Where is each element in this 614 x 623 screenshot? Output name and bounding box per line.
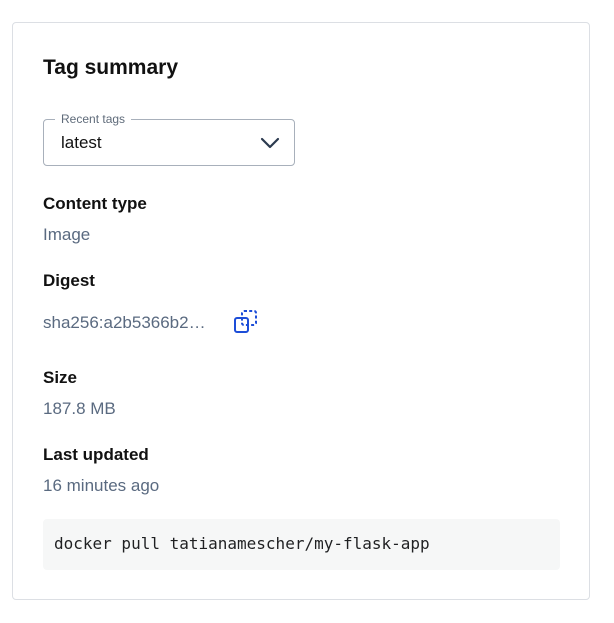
chevron-down-icon	[260, 134, 280, 152]
digest-value[interactable]: sha256:a2b5366b2…	[43, 313, 206, 333]
size-value: 187.8 MB	[43, 399, 116, 418]
pull-command-box: docker pull tatianamescher/my-flask-app	[43, 519, 560, 570]
last-updated-label: Last updated	[43, 445, 149, 464]
tag-summary-card: Tag summary Recent tags latest Content t…	[12, 22, 590, 600]
content-type-label: Content type	[43, 194, 147, 213]
recent-tags-select[interactable]: Recent tags latest	[43, 111, 295, 166]
recent-tags-label: Recent tags	[55, 111, 132, 127]
card-title: Tag summary	[43, 56, 178, 79]
recent-tags-value: latest	[61, 133, 102, 152]
digest-label: Digest	[43, 271, 95, 290]
size-label: Size	[43, 368, 78, 387]
pull-command-text[interactable]: docker pull tatianamescher/my-flask-app	[54, 534, 430, 553]
last-updated-value: 16 minutes ago	[43, 476, 160, 495]
content-type-value: Image	[43, 225, 91, 244]
copy-icon[interactable]	[233, 309, 259, 335]
